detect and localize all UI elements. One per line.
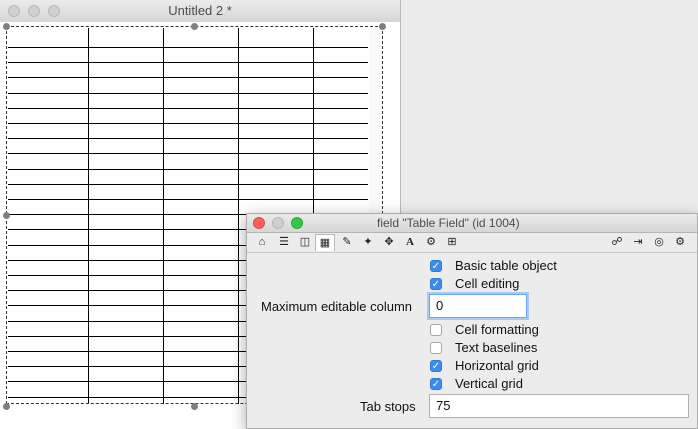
horizontal-grid-checkbox[interactable]: ✓ [430,360,442,372]
gears-icon[interactable]: ⚙ [421,234,441,251]
tab-stops-label: Tab stops [360,399,416,414]
resize-handle-left[interactable] [3,212,10,219]
database-icon[interactable]: ◫ [295,234,315,251]
font-icon[interactable]: A [400,234,420,251]
vertical-grid-checkbox[interactable]: ✓ [430,378,442,390]
cell-formatting-checkbox[interactable] [430,324,442,336]
target-icon[interactable]: ◎ [649,234,669,251]
inspector-minimize-button[interactable] [272,217,284,229]
document-titlebar[interactable]: Untitled 2 * [0,0,400,23]
resize-handle-top-right[interactable] [379,23,386,30]
vertical-grid-label: Vertical grid [455,376,523,391]
basic-table-object-label: Basic table object [455,258,557,273]
magic-wand-icon[interactable]: ✦ [358,234,378,251]
inspector-window: field "Table Field" (id 1004) ⌂ ☰ ◫ ▦ ✎ … [246,213,698,429]
move-icon[interactable]: ✥ [379,234,399,251]
tab-stops-input[interactable]: 75 [429,394,689,418]
max-editable-column-input[interactable]: 0 [429,294,527,318]
resize-handle-bottom-left[interactable] [3,403,10,410]
inspector-zoom-button[interactable] [291,217,303,229]
inspector-close-button[interactable] [253,217,265,229]
basic-table-object-checkbox[interactable]: ✓ [430,260,442,272]
list-icon[interactable]: ☰ [274,234,294,251]
cell-editing-checkbox[interactable]: ✓ [430,278,442,290]
cell-formatting-label: Cell formatting [455,322,539,337]
lock-open-icon[interactable]: ☍ [607,234,627,251]
inspector-title: field "Table Field" (id 1004) [377,216,520,230]
inspector-toolbar: ⌂ ☰ ◫ ▦ ✎ ✦ ✥ A ⚙ ⊞ ☍ ⇥ ◎ ⚙ [247,233,697,253]
gear-icon[interactable]: ⚙ [670,234,690,251]
login-icon[interactable]: ⇥ [628,234,648,251]
resize-handle-bottom[interactable] [191,403,198,410]
table-icon[interactable]: ▦ [315,234,335,251]
window-title: Untitled 2 * [168,3,232,18]
arrows-box-icon[interactable]: ⊞ [442,234,462,251]
horizontal-grid-label: Horizontal grid [455,358,539,373]
text-baselines-label: Text baselines [455,340,538,355]
pencil-icon[interactable]: ✎ [337,234,357,251]
max-editable-column-label: Maximum editable column [261,299,413,314]
resize-handle-top[interactable] [191,23,198,30]
text-baselines-checkbox[interactable] [430,342,442,354]
inspector-titlebar[interactable]: field "Table Field" (id 1004) [247,214,697,233]
home-icon[interactable]: ⌂ [252,234,272,251]
resize-handle-top-left[interactable] [3,23,10,30]
cell-editing-label: Cell editing [455,276,520,291]
